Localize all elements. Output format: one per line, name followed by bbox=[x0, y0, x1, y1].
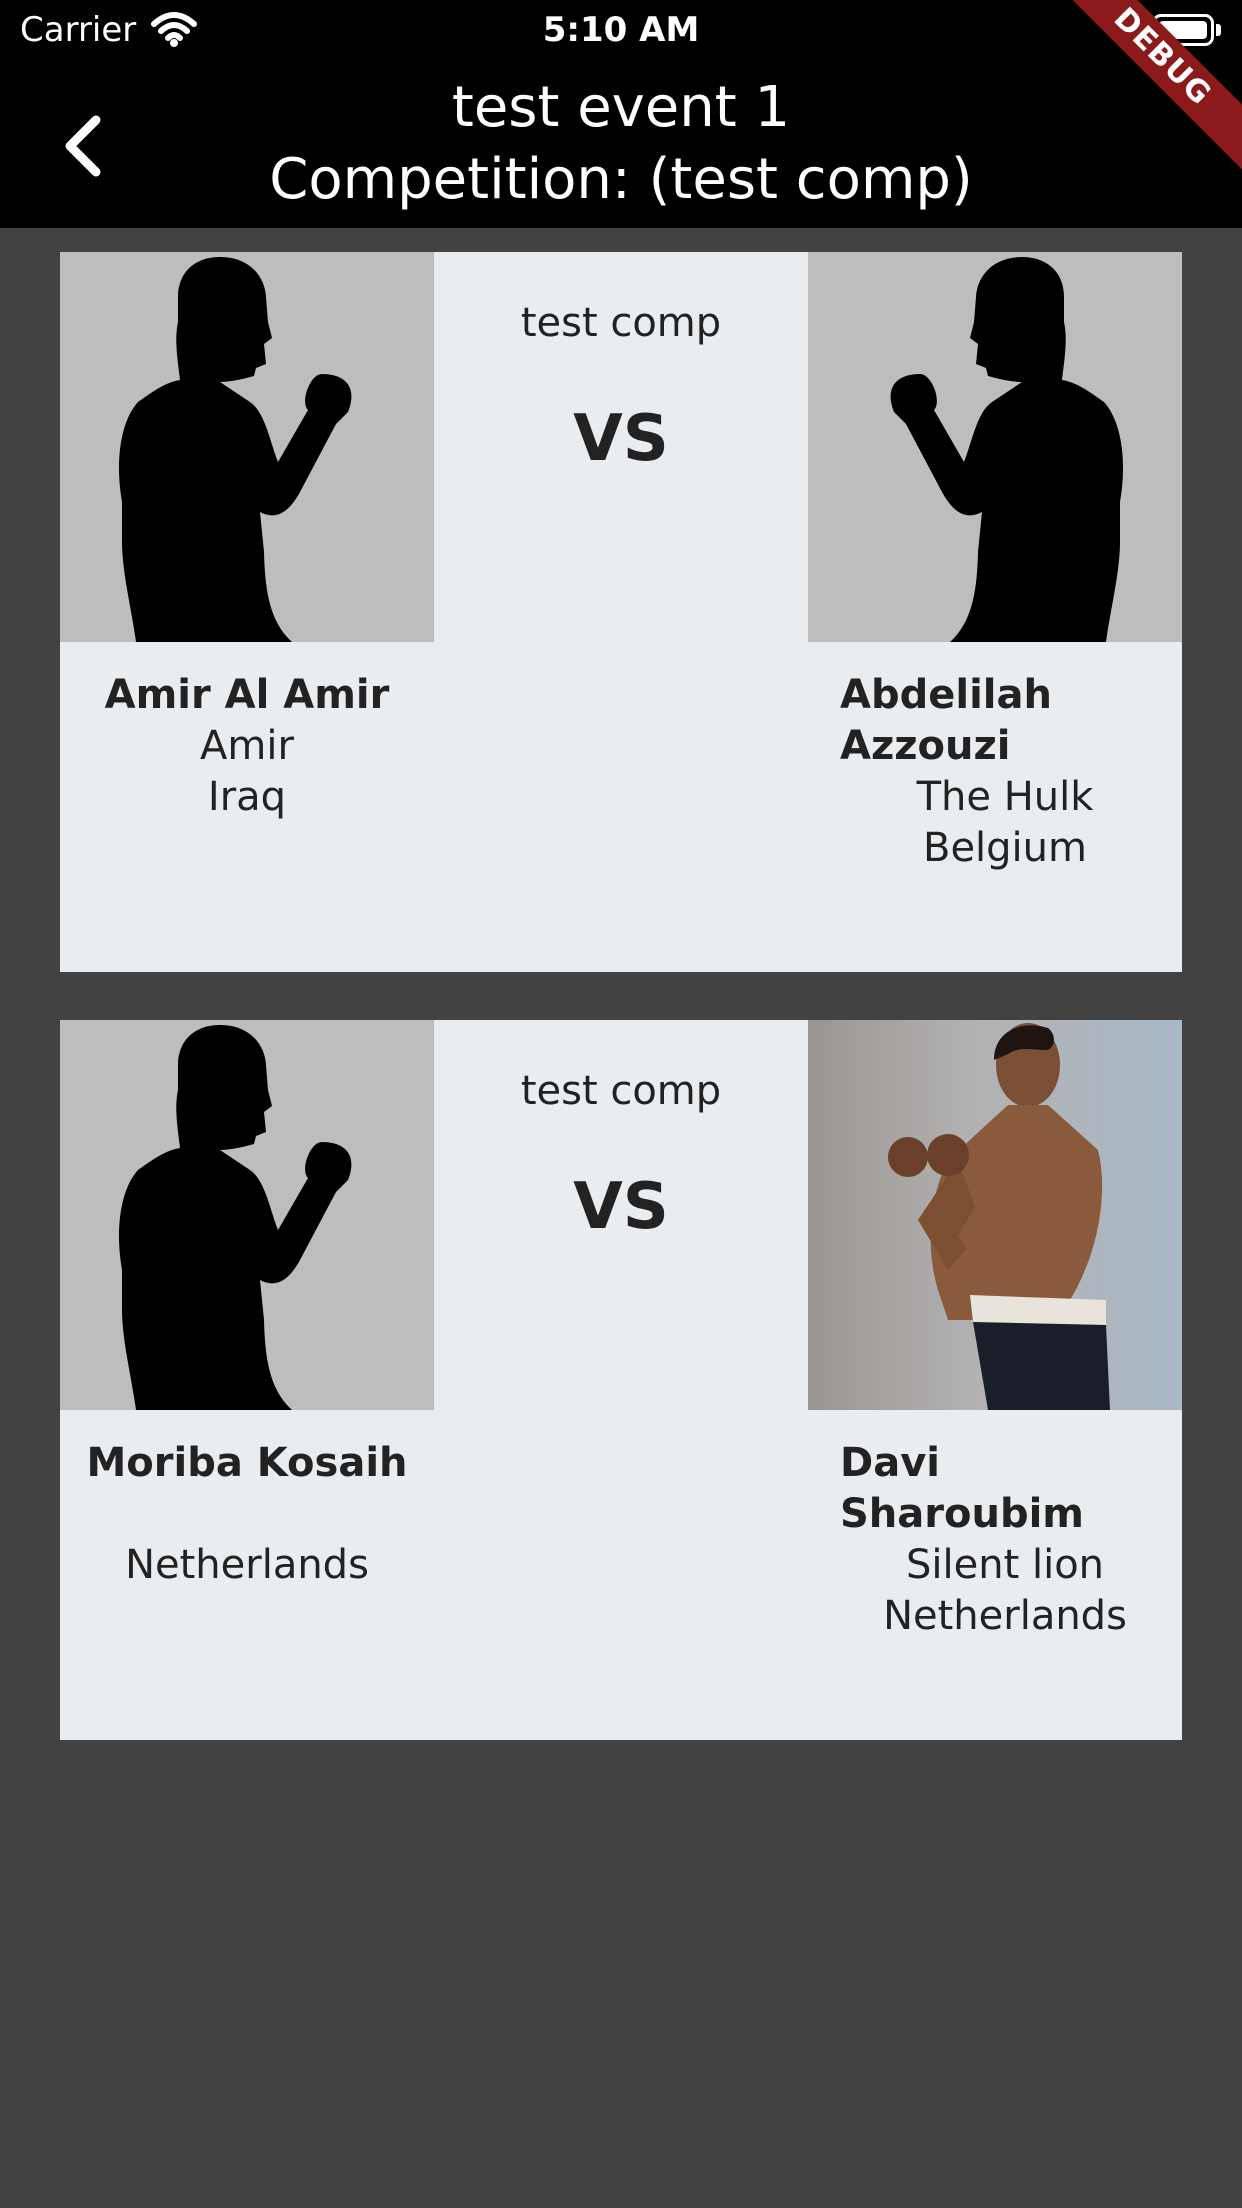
fighter-name: Davi Sharoubim bbox=[840, 1440, 1084, 1537]
fighter-country: Netherlands bbox=[883, 1593, 1127, 1639]
fighter-country: Netherlands bbox=[125, 1542, 369, 1588]
fighter-nickname: The Hulk bbox=[916, 774, 1094, 820]
fighter-info-left: Moriba Kosaih Netherlands bbox=[60, 1438, 434, 1591]
status-bar: Carrier 5:10 AM bbox=[0, 0, 1242, 62]
fighter-silhouette-icon bbox=[118, 1025, 352, 1410]
battery-tip bbox=[1216, 24, 1221, 36]
fighter-nickname bbox=[60, 1489, 434, 1540]
match-card[interactable]: test comp VS Amir Al Amir Amir Iraq Abde… bbox=[60, 252, 1182, 972]
fighter-name: Moriba Kosaih bbox=[86, 1440, 408, 1486]
battery-icon bbox=[1152, 14, 1214, 46]
vs-label: VS bbox=[573, 402, 669, 476]
fighter-country: Belgium bbox=[923, 825, 1087, 871]
fighter-info-right: Davi Sharoubim Silent lion Netherlands bbox=[840, 1438, 1170, 1642]
fighter-photo-placeholder bbox=[60, 252, 434, 642]
fighter-nickname: Amir bbox=[200, 723, 294, 769]
fighter-photo-placeholder bbox=[60, 1020, 434, 1410]
page-title: test event 1 Competition: (test comp) bbox=[140, 72, 1102, 216]
fighter-figure-icon bbox=[888, 1023, 1110, 1410]
fighter-nickname: Silent lion bbox=[905, 1542, 1105, 1588]
fighter-photo bbox=[808, 1020, 1182, 1410]
competition-label: test comp bbox=[520, 1068, 722, 1114]
clock: 5:10 AM bbox=[542, 10, 700, 50]
fighter-info-right: Abdelilah Azzouzi The Hulk Belgium bbox=[840, 670, 1170, 874]
app-bar: test event 1 Competition: (test comp) bbox=[0, 62, 1242, 228]
fighter-info-left: Amir Al Amir Amir Iraq bbox=[60, 670, 434, 823]
fighter-silhouette-icon bbox=[118, 257, 352, 642]
competition-title: Competition: (test comp) bbox=[269, 147, 973, 212]
fighter-photo-placeholder bbox=[808, 252, 1182, 642]
fighter-name: Abdelilah Azzouzi bbox=[840, 672, 1052, 769]
fighter-country: Iraq bbox=[207, 774, 287, 820]
fighter-name: Amir Al Amir bbox=[104, 672, 390, 718]
event-title: test event 1 bbox=[451, 75, 791, 140]
fighter-silhouette-icon bbox=[890, 257, 1124, 642]
match-card[interactable]: test comp VS Moriba Kosaih Netherlands D… bbox=[60, 1020, 1182, 1740]
competition-label: test comp bbox=[520, 300, 722, 346]
back-arrow-icon[interactable] bbox=[54, 106, 114, 186]
vs-label: VS bbox=[573, 1170, 669, 1244]
